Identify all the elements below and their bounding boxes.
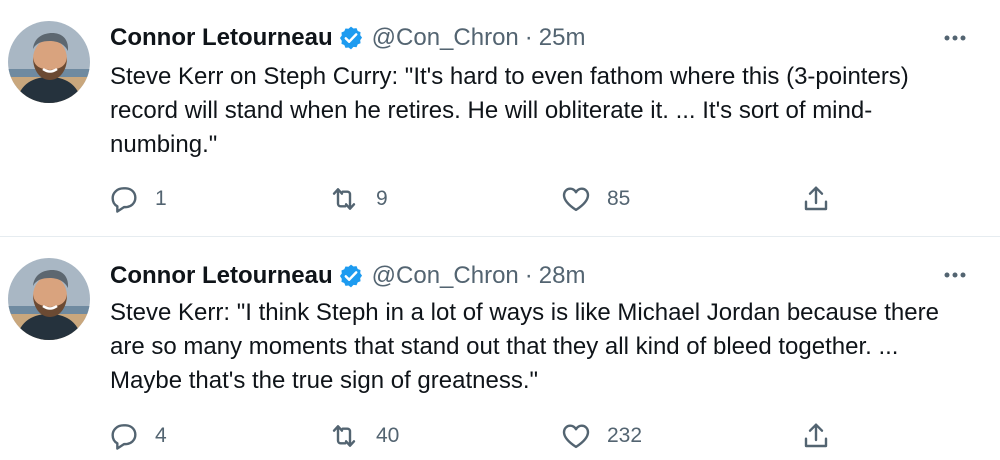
author-handle[interactable]: @Con_Chron [372, 24, 519, 52]
reply-icon [111, 187, 137, 213]
share-button[interactable] [800, 181, 832, 217]
heart-icon [562, 187, 590, 212]
retweet-button[interactable]: 9 [327, 181, 388, 217]
reply-count: 1 [155, 187, 167, 210]
like-button[interactable]: 85 [560, 181, 630, 217]
retweet-icon [332, 425, 356, 447]
share-icon [804, 423, 828, 448]
reply-count: 4 [155, 424, 167, 447]
author-handle[interactable]: @Con_Chron [372, 262, 519, 290]
tweet-text: Steve Kerr on Steph Curry: "It's hard to… [110, 63, 909, 158]
like-button[interactable]: 232 [560, 418, 642, 454]
heart-icon [562, 424, 590, 449]
separator-dot: · [524, 24, 533, 51]
like-count: 232 [607, 424, 643, 447]
verified-badge-icon [338, 25, 364, 51]
timestamp[interactable]: 28m [539, 262, 586, 290]
timestamp[interactable]: 25m [539, 24, 586, 52]
reply-button[interactable]: 1 [108, 181, 167, 217]
tweet[interactable]: Connor Letourneau @Con_Chron · 25m Steve… [0, 0, 1000, 237]
separator-dot: · [524, 262, 533, 289]
tweet-actions: 4 40 232 [0, 418, 1000, 454]
avatar[interactable] [8, 258, 90, 340]
tweet-text: Steve Kerr: "I think Steph in a lot of w… [110, 299, 939, 394]
share-icon [804, 186, 828, 211]
tweet-header: Connor Letourneau @Con_Chron · 25m [110, 21, 585, 55]
retweet-count: 40 [376, 424, 400, 447]
tweet[interactable]: Connor Letourneau @Con_Chron · 28m Steve… [0, 237, 1000, 460]
more-horizontal-icon[interactable] [940, 265, 970, 285]
reply-button[interactable]: 4 [108, 418, 167, 454]
retweet-button[interactable]: 40 [327, 418, 399, 454]
avatar[interactable] [8, 21, 90, 103]
retweet-icon [332, 188, 356, 210]
like-count: 85 [607, 187, 631, 210]
share-button[interactable] [800, 418, 832, 454]
tweet-header: Connor Letourneau @Con_Chron · 28m [110, 259, 585, 293]
verified-badge-icon [338, 263, 364, 289]
more-horizontal-icon[interactable] [940, 28, 970, 48]
author-name[interactable]: Connor Letourneau [110, 24, 333, 52]
retweet-count: 9 [376, 187, 388, 210]
author-name[interactable]: Connor Letourneau [110, 262, 333, 290]
reply-icon [111, 424, 137, 450]
tweet-actions: 1 9 85 [0, 181, 1000, 217]
